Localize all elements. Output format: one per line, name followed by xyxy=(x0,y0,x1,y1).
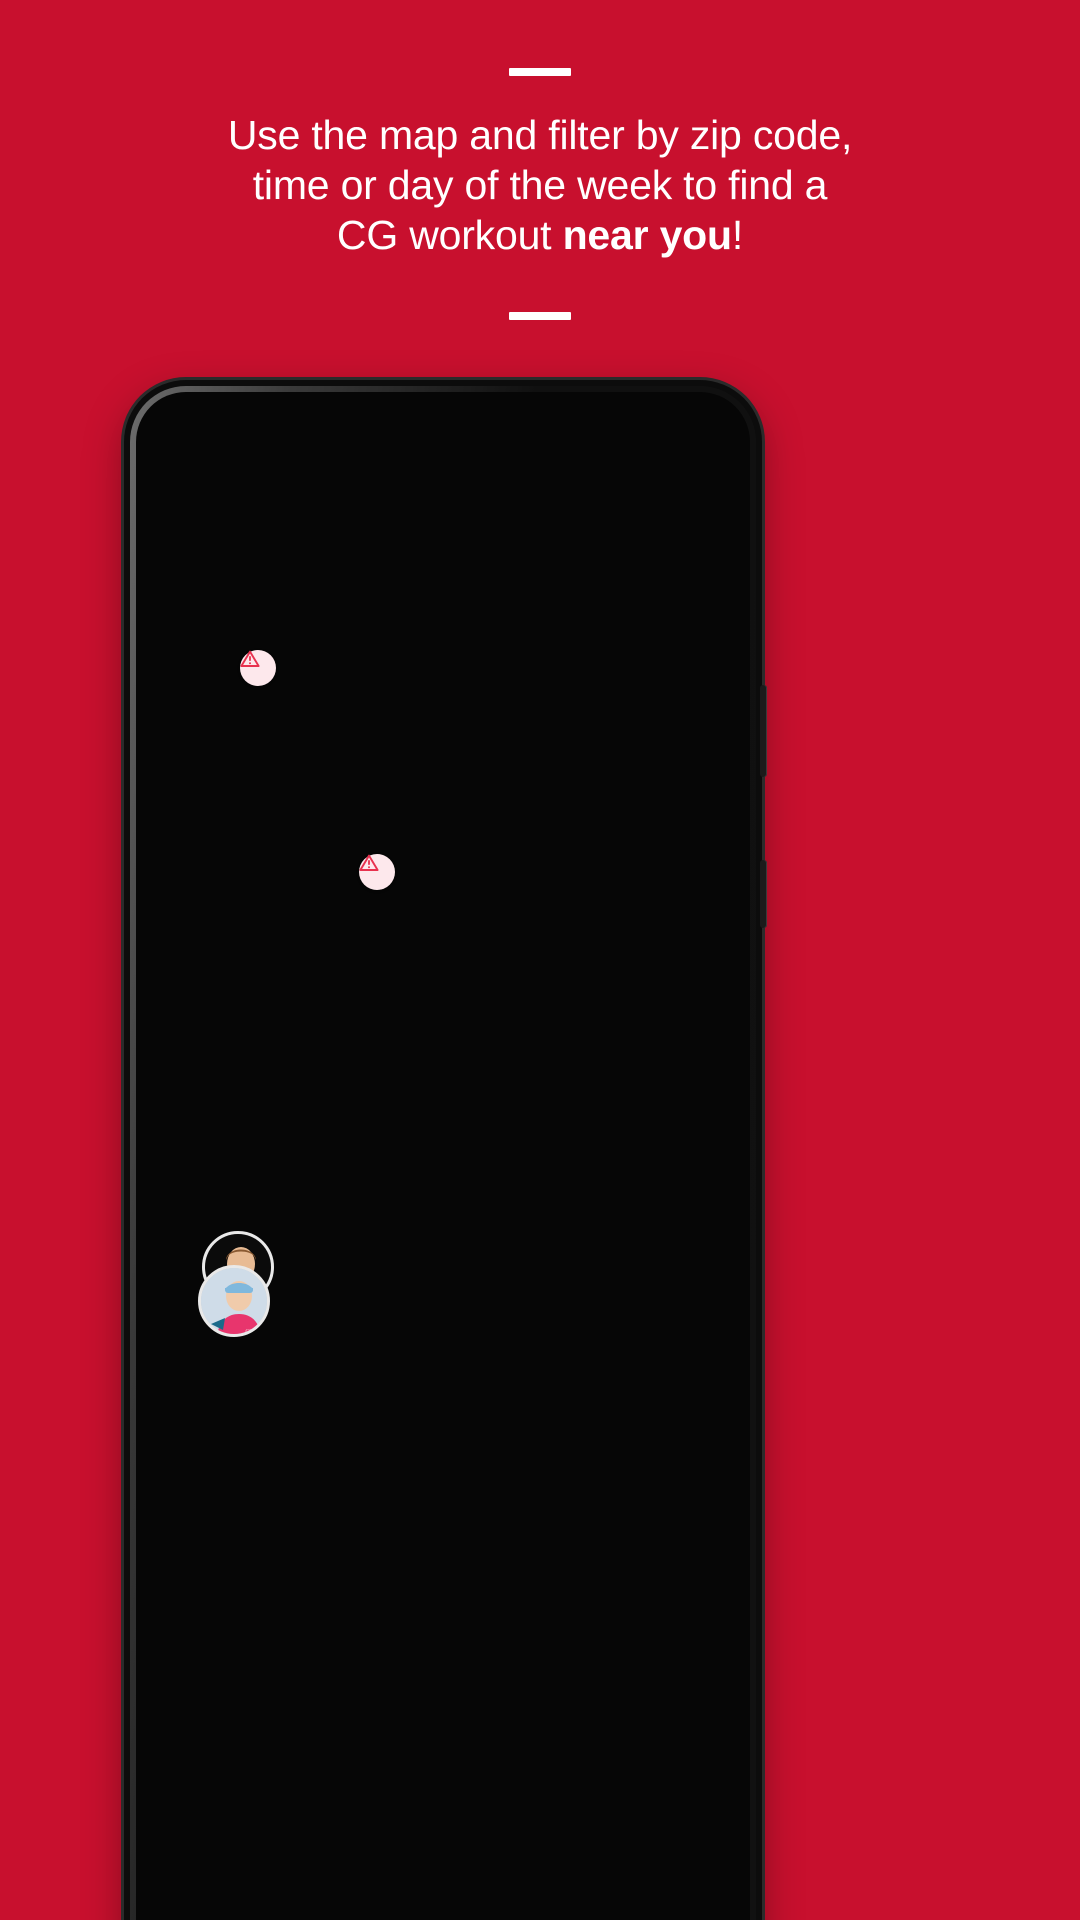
bottom-divider-rule xyxy=(509,312,571,321)
table-row[interactable]: cw Jerome Bell and Harold Porter Oak Hil… xyxy=(198,1209,690,1378)
volume-button[interactable] xyxy=(760,860,767,928)
heart-icon xyxy=(319,870,353,900)
map-filter-chips: START TIME DAY xyxy=(198,599,500,651)
map-label-pkwy: kwy xyxy=(154,807,186,842)
map-pin-warning-badge-favorite[interactable] xyxy=(359,854,395,890)
locations-list: Jane Cooper The Parkway at Oak Hill MOND… xyxy=(162,1074,724,1516)
signal-icon xyxy=(712,425,730,441)
locations-bottom-sheet[interactable]: Locations Nearby Jane Cooper The Parkway… xyxy=(162,986,724,1886)
row-text: Jane Cooper The Parkway at Oak Hill xyxy=(280,1102,534,1161)
avatar: cw xyxy=(202,1405,274,1478)
favorite-heart-icon[interactable]: ❤ xyxy=(631,1152,656,1187)
instructor-name: Jefferson Banks xyxy=(294,1406,466,1432)
warning-triangle-icon xyxy=(359,854,379,871)
instructor-name: Jane Cooper xyxy=(294,1103,428,1128)
headline-emphasis: near you xyxy=(562,212,732,259)
top-divider-rule xyxy=(509,68,571,76)
cg-logo-icon: cw xyxy=(215,680,249,717)
headline-line-3-post: ! xyxy=(731,212,744,259)
address-search-bar[interactable]: 4901 Canyon Crest Ct, Austin, TX 78735 × xyxy=(198,518,688,580)
chevron-right-icon[interactable]: › xyxy=(680,1128,690,1162)
instructor-name: Jerome Bell and Harold Porter xyxy=(294,1238,464,1292)
avatar-group xyxy=(202,1102,280,1182)
map-label-west-lake-hills: West Lake Hills xyxy=(526,422,671,445)
row-text: Jefferson Banks SW Fellowship Church Oak… xyxy=(280,1405,534,1490)
map-label-capital-of-texas-hwy: Capital Of Texas Hwy xyxy=(450,606,511,748)
search-input[interactable]: 4901 Canyon Crest Ct, Austin, TX 78735 xyxy=(226,536,638,562)
headline-line-3-pre: CG workout xyxy=(336,212,563,259)
park-tree-icon: 🌳 xyxy=(390,704,423,734)
video-camera-icon xyxy=(500,1893,531,1911)
user-location-accuracy-halo xyxy=(379,872,471,964)
map-label-es-rd: es Rd xyxy=(608,543,636,579)
avatar-image-jefferson-banks: cw xyxy=(205,1408,271,1475)
headline-line-3: CG workout near you! xyxy=(60,210,1020,260)
schedule-day: MONDAY xyxy=(534,1104,607,1121)
avatar-image-jane-cooper xyxy=(205,1105,271,1171)
sheet-drag-handle[interactable] xyxy=(400,1000,486,1007)
user-location-dot xyxy=(408,901,442,935)
home-icon xyxy=(213,1888,240,1916)
warning-triangle-icon xyxy=(240,650,260,667)
schedule-time: 8:00 AM xyxy=(534,1262,639,1293)
headline-line-1: Use the map and filter by zip code, xyxy=(227,112,853,158)
row-schedule: MONDAY 8:45 AM › xyxy=(534,1405,690,1464)
map-pin-warning-badge-left[interactable] xyxy=(240,650,276,686)
map-label-rolling: Rolli xyxy=(670,538,711,561)
phone-screen: West Lake Hills Lost Creek Rolli es Rd C… xyxy=(154,406,732,1920)
map-label-barton-creek-wilderness-park: Barton Creek Wilderness Park xyxy=(346,737,464,774)
headline-line-2: time or day of the week to find a xyxy=(252,162,828,209)
location-name: The Parkway at Oak Hill xyxy=(294,1137,509,1160)
filter-chip-start-time[interactable]: START TIME xyxy=(198,599,381,651)
avatar-group: cw xyxy=(202,1405,280,1485)
nav-item-favorites[interactable] xyxy=(588,1885,733,1919)
battery-icon xyxy=(711,425,722,441)
chevron-right-icon[interactable]: › xyxy=(680,1431,690,1465)
heart-icon xyxy=(644,1887,676,1916)
camera-punch-hole xyxy=(170,418,208,456)
avatar: cw xyxy=(198,1265,270,1337)
row-schedule: MONDAY 8:00 AM › xyxy=(534,1237,690,1296)
nav-item-videos[interactable] xyxy=(443,1885,588,1919)
svg-text:cw: cw xyxy=(229,1464,241,1474)
location-pin-icon xyxy=(359,1886,383,1919)
map-label-loop-1: Loop 1 xyxy=(520,849,588,876)
user-heading-arrow-icon xyxy=(416,884,434,897)
schedule-day: MONDAY xyxy=(534,1407,607,1425)
bottom-navigation-bar: Locations xyxy=(154,1868,732,1920)
schedule-time: 7:00 AM xyxy=(534,1127,639,1158)
status-bar-time: 6:50 xyxy=(210,424,263,452)
wifi-icon xyxy=(711,428,731,441)
avatar-group: cw xyxy=(198,1231,280,1337)
map-pin-cg-right[interactable]: cw xyxy=(503,638,565,709)
table-row[interactable]: cw Jefferson Banks SW Fellowship Church … xyxy=(202,1377,690,1516)
sheet-title: Locations Nearby xyxy=(202,1043,426,1073)
nav-item-home[interactable] xyxy=(154,1885,299,1919)
avatar-image-harold-porter: cw xyxy=(201,1268,267,1337)
nav-item-locations[interactable]: Locations xyxy=(299,1885,444,1920)
chevron-right-icon[interactable]: › xyxy=(680,1263,690,1297)
row-schedule: MONDAY 7:00 AM › xyxy=(534,1102,690,1161)
row-text: Jerome Bell and Harold Porter Oak Hill E… xyxy=(280,1237,534,1350)
power-button[interactable] xyxy=(760,685,767,777)
schedule-time: 8:45 AM xyxy=(534,1430,639,1462)
cg-logo-icon: cw xyxy=(520,650,554,687)
map-graphics xyxy=(154,406,732,1006)
promo-headline: Use the map and filter by zip code, time… xyxy=(0,76,1080,260)
map-view[interactable]: West Lake Hills Lost Creek Rolli es Rd C… xyxy=(154,406,732,1006)
location-name: SW Fellowship Church Oak Hill xyxy=(294,1440,497,1489)
phone-mockup: West Lake Hills Lost Creek Rolli es Rd C… xyxy=(124,380,767,1920)
filter-chip-day[interactable]: DAY xyxy=(398,599,500,651)
promo-header: Use the map and filter by zip code, time… xyxy=(0,0,1080,321)
clear-search-icon[interactable]: × xyxy=(638,533,670,565)
schedule-day: MONDAY xyxy=(534,1239,607,1256)
avatar xyxy=(202,1102,274,1174)
location-name: Oak Hill Elementary School xyxy=(294,1300,471,1349)
map-label-lost-creek: Lost Creek xyxy=(242,466,339,488)
table-row[interactable]: Jane Cooper The Parkway at Oak Hill MOND… xyxy=(202,1074,690,1209)
svg-text:cw: cw xyxy=(245,1325,258,1337)
